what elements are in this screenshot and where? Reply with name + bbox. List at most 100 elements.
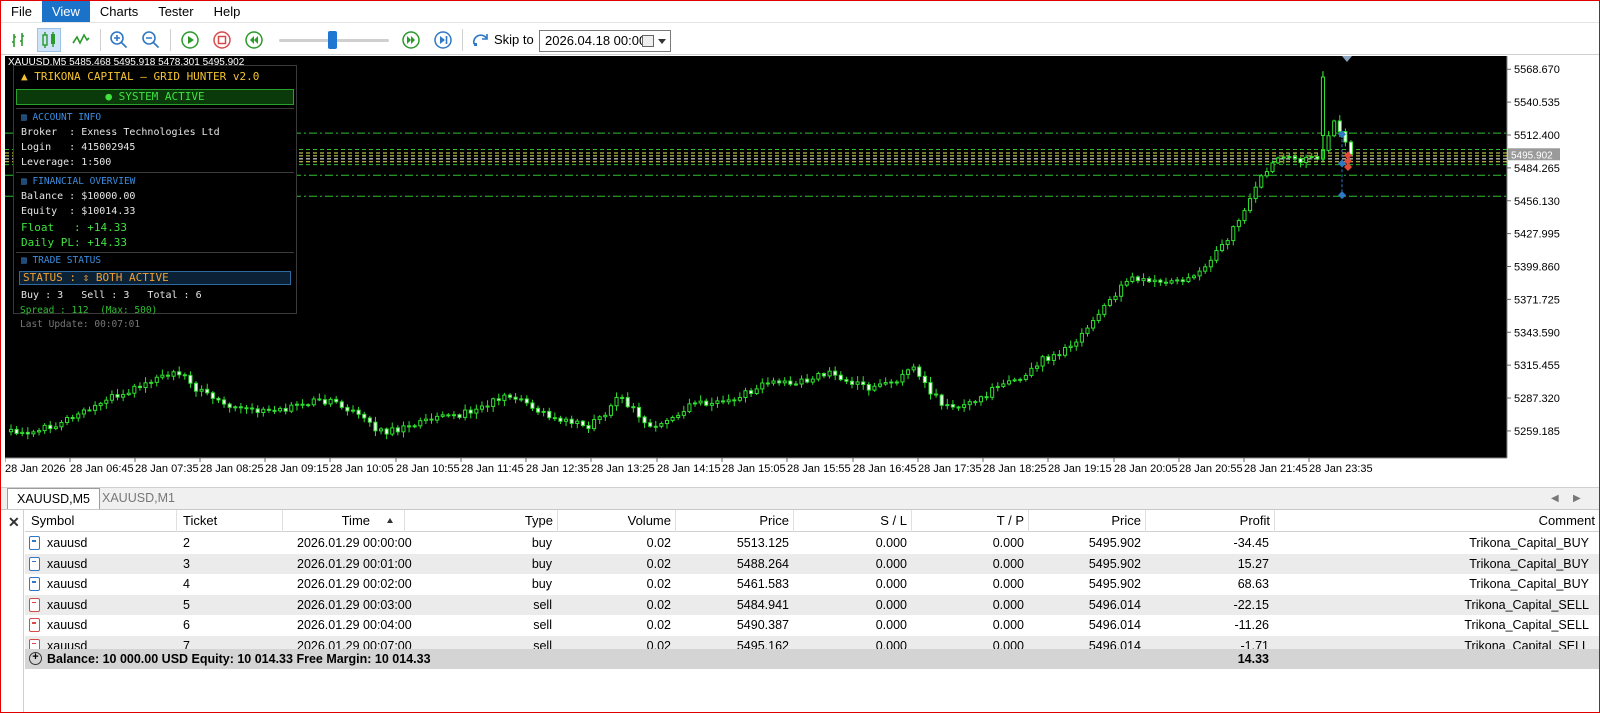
skip-end-icon <box>434 31 452 49</box>
candle-body <box>1113 295 1118 301</box>
y-tick-label: 5259.185 <box>1514 426 1560 438</box>
tab-scroll-left-icon[interactable]: ◀ <box>1551 493 1559 504</box>
trade-row[interactable]: xauusd 3 2026.01.29 00:01:00 buy 0.02 5488.26… <box>25 553 1599 574</box>
tab-scroll-right-icon[interactable]: ▶ <box>1573 493 1581 504</box>
candle-body <box>558 417 563 422</box>
trade-row[interactable]: xauusd 2 2026.01.29 00:00:00 buy 0.02 5513.12… <box>25 533 1599 553</box>
zoom-in-button[interactable] <box>107 28 131 52</box>
bar-chart-button[interactable] <box>7 28 31 52</box>
candlestick-chart-button[interactable] <box>37 28 61 52</box>
candle-body <box>334 398 339 403</box>
col-tp[interactable]: T / P <box>912 510 1029 532</box>
candle-body <box>306 404 311 407</box>
menu-tester[interactable]: Tester <box>148 1 203 22</box>
sell-order-icon <box>29 597 40 612</box>
cell-profit: 15.27 <box>1237 556 1269 571</box>
x-tick-label: 28 Jan 11:45 <box>461 463 524 475</box>
candle-body <box>653 425 658 428</box>
x-tick-label: 28 Jan 15:05 <box>722 463 786 475</box>
candle-body <box>59 421 64 428</box>
candle-body <box>300 403 305 406</box>
menu-charts[interactable]: Charts <box>90 1 148 22</box>
candle-body <box>1208 259 1213 268</box>
candle-body <box>894 381 899 384</box>
trade-row[interactable]: xauusd 4 2026.01.29 00:02:00 buy 0.02 5461.58… <box>25 574 1599 594</box>
candle-body <box>160 374 165 378</box>
x-tick-label: 28 Jan 10:05 <box>330 463 394 475</box>
skip-to-button[interactable] <box>469 28 493 52</box>
cell-sl: 0.000 <box>875 556 907 571</box>
candle-body <box>238 406 243 409</box>
speed-slider-thumb[interactable] <box>328 31 337 49</box>
candle-body <box>93 404 98 411</box>
candle-body <box>1135 276 1140 282</box>
candle-body <box>1220 243 1225 252</box>
candle-body <box>519 398 524 401</box>
cell-volume: 0.02 <box>646 597 671 612</box>
col-type[interactable]: Type <box>405 510 558 532</box>
candle-body <box>1259 175 1264 188</box>
candle-body <box>732 399 737 402</box>
y-tick-label: 5540.535 <box>1514 97 1560 109</box>
col-ticket[interactable]: Ticket <box>177 510 283 532</box>
candle-body <box>1281 156 1286 159</box>
col-current-price[interactable]: Price <box>1029 510 1146 532</box>
col-profit[interactable]: Profit <box>1146 510 1275 532</box>
menu-view[interactable]: View <box>41 1 90 22</box>
candle-body <box>625 397 630 408</box>
candle-body <box>978 396 984 403</box>
col-price[interactable]: Price <box>676 510 794 532</box>
skip-to-date-field[interactable]: 2026.04.18 00:00 <box>539 30 671 52</box>
tab-xauusd-m1[interactable]: XAUUSD,M1 <box>93 488 184 509</box>
candle-body <box>883 382 888 385</box>
col-sl[interactable]: S / L <box>794 510 912 532</box>
candle-body <box>535 407 541 413</box>
skip-to-end-button[interactable] <box>431 28 455 52</box>
candle-body <box>468 409 473 414</box>
fast-forward-button[interactable] <box>399 28 423 52</box>
candle-body <box>1147 278 1152 283</box>
zoom-in-icon <box>110 31 128 49</box>
stop-button[interactable] <box>210 28 234 52</box>
candle-body <box>193 382 199 392</box>
trade-row[interactable]: xauusd 5 2026.01.29 00:03:00 sell 0.02 5484.9… <box>25 594 1599 615</box>
expand-plus-icon[interactable]: + <box>29 652 42 665</box>
line-chart-button[interactable] <box>69 28 93 52</box>
candle-body <box>984 396 989 399</box>
candle-body <box>659 423 664 427</box>
candle-body <box>42 424 47 432</box>
trade-row[interactable]: xauusd 6 2026.01.29 00:04:00 sell 0.02 5490.3… <box>25 615 1599 635</box>
menu-file[interactable]: File <box>1 1 42 22</box>
candle-body <box>1298 158 1303 164</box>
candle-body <box>771 380 776 384</box>
zoom-out-button[interactable] <box>139 28 163 52</box>
candle-body <box>777 380 782 384</box>
candle-body <box>81 409 86 415</box>
col-symbol[interactable]: Symbol <box>25 510 177 532</box>
menu-help[interactable]: Help <box>204 1 251 22</box>
candle-body <box>1051 354 1056 361</box>
tab-xauusd-m5[interactable]: XAUUSD,M5 <box>7 488 100 509</box>
candle-body <box>451 414 456 417</box>
candle-body <box>597 416 602 421</box>
cell-type: buy <box>531 556 552 571</box>
calendar-icon[interactable] <box>642 35 654 47</box>
col-volume[interactable]: Volume <box>558 510 676 532</box>
candle-body <box>373 421 378 432</box>
play-button[interactable] <box>178 28 202 52</box>
leverage-line: Leverage: 1:500 <box>21 157 112 168</box>
candle-body <box>429 418 434 421</box>
candle-body <box>1304 156 1309 164</box>
candle-body <box>765 382 770 385</box>
close-icon[interactable]: ✕ <box>8 514 20 531</box>
chevron-down-icon[interactable] <box>658 39 666 44</box>
candle-body <box>272 409 277 412</box>
col-comment[interactable]: Comment <box>1275 510 1599 532</box>
candle-body <box>507 394 513 398</box>
candle-body <box>171 371 176 377</box>
rewind-button[interactable] <box>242 28 266 52</box>
candle-body <box>1018 378 1023 381</box>
candle-body <box>692 402 698 405</box>
stop-icon <box>213 31 231 49</box>
broker-line: Broker : Exness Technologies Ltd <box>21 127 220 138</box>
